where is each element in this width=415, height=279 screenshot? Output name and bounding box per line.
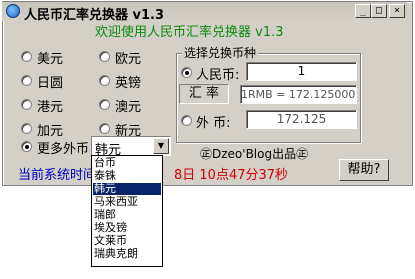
radio-label-cad: 加元 — [37, 124, 64, 139]
radio-eur[interactable] — [99, 51, 110, 62]
radio-more-currencies[interactable] — [21, 141, 32, 152]
help-button[interactable]: 帮助? — [339, 159, 389, 181]
currency-select[interactable]: 韩元 ▼ — [91, 136, 171, 158]
radio-usd[interactable] — [21, 51, 32, 62]
status-time-label: 当前系统时间 — [18, 168, 97, 183]
groupbox-legend: 选择兑换币种 — [182, 44, 259, 61]
dropdown-option[interactable]: 台币 — [93, 157, 161, 169]
radio-label-gbp: 英镑 — [115, 76, 142, 91]
radio-label-more: 更多外币 — [37, 142, 90, 157]
radio-cad[interactable] — [21, 123, 32, 134]
dropdown-option[interactable]: 瑞郎 — [93, 209, 161, 221]
globe-app-icon — [6, 4, 20, 18]
title-bar[interactable]: 人民币汇率兑换器 v1.3 _ □ × — [2, 2, 407, 23]
foreign-label: 外 币: — [196, 116, 231, 131]
welcome-marquee: 欢迎使用人民币汇率兑换器 v1.3 — [95, 25, 284, 40]
radio-rmb-source[interactable] — [181, 67, 192, 78]
radio-label-hkd: 港元 — [37, 100, 64, 115]
close-button[interactable]: × — [389, 4, 405, 18]
dropdown-option[interactable]: 泰铢 — [93, 170, 161, 182]
rate-display: 1RMB = 172.125000 KRW — [240, 85, 357, 104]
radio-label-eur: 欧元 — [115, 52, 142, 67]
radio-label-jpy: 日圆 — [37, 76, 64, 91]
radio-label-usd: 美元 — [37, 52, 64, 67]
rate-label: 汇 率 — [179, 84, 229, 104]
radio-hkd[interactable] — [21, 99, 32, 110]
dropdown-option[interactable]: 文莱币 — [93, 235, 161, 247]
rmb-amount-input[interactable]: 1 — [246, 62, 357, 81]
radio-jpy[interactable] — [21, 75, 32, 86]
minimize-button[interactable]: _ — [355, 4, 371, 18]
dropdown-option[interactable]: 马来西亚 — [93, 196, 161, 208]
currency-dropdown-list: 台币 泰铢 韩元 马来西亚 瑞郎 埃及镑 文莱币 瑞典克朗 — [91, 155, 163, 267]
dropdown-option-selected[interactable]: 韩元 — [93, 183, 161, 195]
radio-label-aud: 澳元 — [115, 100, 142, 115]
chevron-down-icon[interactable]: ▼ — [153, 138, 169, 154]
radio-sgd[interactable] — [99, 123, 110, 134]
foreign-amount-input[interactable]: 172.125 — [246, 110, 357, 129]
dropdown-option[interactable]: 瑞典克朗 — [93, 248, 161, 260]
maximize-button[interactable]: □ — [371, 4, 387, 18]
status-datetime: 8日 10点47分37秒 — [174, 168, 289, 183]
radio-gbp[interactable] — [99, 75, 110, 86]
blog-credit: ㊣Dzeo'Blog出品㊣ — [200, 147, 309, 161]
rmb-label: 人民币: — [196, 68, 240, 83]
dropdown-option[interactable]: 埃及镑 — [93, 222, 161, 234]
radio-aud[interactable] — [99, 99, 110, 110]
radio-foreign-source[interactable] — [181, 115, 192, 126]
